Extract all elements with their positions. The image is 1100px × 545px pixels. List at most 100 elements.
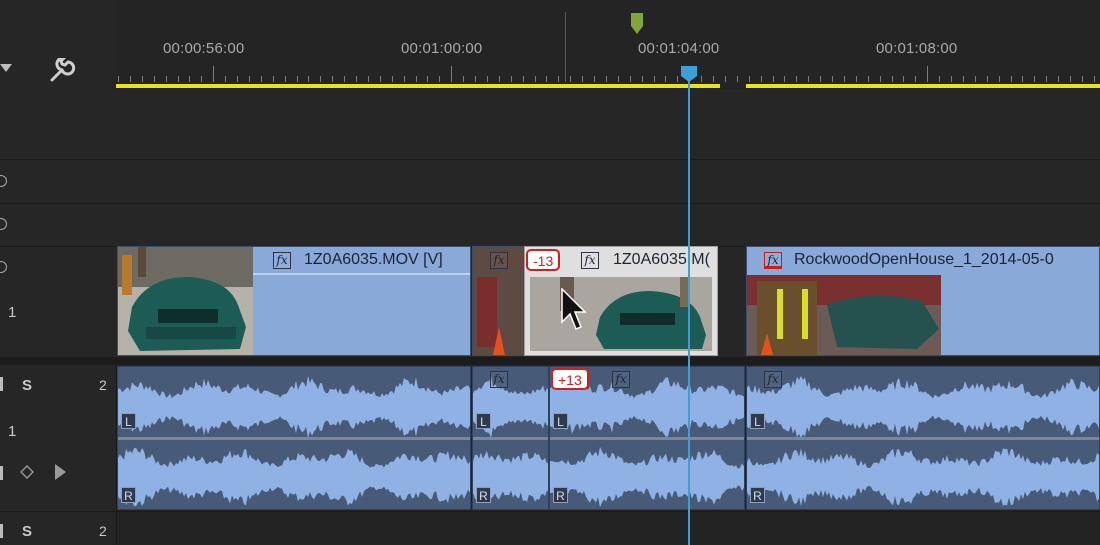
a2-mute-edge[interactable] [0,524,3,538]
video-clip[interactable]: fx RockwoodOpenHouse_1_2014-05-0 [746,246,1100,356]
ruler-tick [558,76,560,82]
ruler-tick [939,76,941,82]
ruler-tick [379,76,381,82]
ruler-tick [141,76,143,82]
ruler-tick [1081,76,1083,82]
ruler-tick [986,76,988,82]
channel-divider [118,437,470,440]
v2-eye-icon[interactable] [0,218,7,230]
video-audio-divider [0,357,1100,365]
clip-name: RockwoodOpenHouse_1_2014-05-0 [794,251,1054,268]
channel-left-label: L [121,413,136,429]
ruler-tick [284,76,286,82]
clip-name: 1Z0A6035.MOV [V] [304,251,443,268]
mouse-cursor-icon [561,288,587,330]
ruler-tick [534,76,536,82]
v3-eye-icon[interactable] [0,175,7,187]
ruler-tick [1010,76,1012,82]
audio-clip[interactable]: LR [117,366,471,510]
ruler-tick [701,76,703,82]
playhead-line[interactable] [688,72,690,545]
ruler-tick [344,76,346,82]
work-area-bar[interactable] [746,84,1100,88]
ruler-tick [165,76,167,82]
ruler-tick [415,76,417,82]
channel-left-label: L [476,413,491,429]
ruler-tick [641,76,643,82]
audio-clip[interactable]: L Rfx [472,366,549,510]
v1-track-label: 1 [8,304,17,321]
ruler-tick [820,76,822,82]
fx-badge: fx [581,252,599,269]
channel-divider [473,437,548,440]
channel-right-label: R [476,487,491,503]
ruler-tick [760,76,762,82]
ruler-tick [594,76,595,82]
add-keyframe-icon[interactable] [20,465,34,479]
ruler-tick [546,76,548,82]
ruler-tick [927,66,929,82]
ruler-tick [665,76,667,82]
ruler-tick [629,76,631,82]
ruler-tick [879,76,881,82]
ruler-tick [153,76,155,82]
ruler-tick [510,76,512,82]
video-clip[interactable]: fx 1Z0A6035.MOV [V] [117,246,471,356]
ruler-tick [736,76,738,82]
ruler-divider [565,12,566,82]
ruler-tick [605,76,607,82]
video-track-v2 [116,204,1100,246]
ruler-tick [486,76,488,82]
channel-divider [747,437,1099,440]
ruler-tick [118,76,119,82]
a1-track-label: 1 [8,423,17,440]
clip-name-underline [253,273,470,275]
ruler-tick [427,76,429,82]
ruler-tick [1046,76,1048,82]
ruler-tick [582,76,584,82]
ruler-tick [451,66,453,82]
ruler-tick [237,76,238,82]
clip-thumbnail [118,247,253,355]
ruler-tick [891,76,893,82]
time-ruler[interactable]: 00:00:56:00 00:01:00:00 00:01:04:00 00:0… [116,0,1100,88]
sync-offset-badge: -13 [526,249,561,271]
track-divider [0,159,1100,160]
marker-icon[interactable] [630,12,644,36]
ruler-tick [225,76,227,82]
track-header-column: 1 S 2 1 S 2 [0,0,117,545]
ruler-tick [498,76,500,82]
clip-thumbnail [747,275,941,355]
video-clip[interactable]: fx [472,246,524,356]
ruler-tick [772,76,774,82]
clip-thumbnail [530,277,712,351]
a1-keyframe-edge[interactable] [0,466,3,480]
work-area-bar[interactable] [116,84,720,88]
marker-dropdown-icon[interactable] [0,60,14,76]
a1-solo-button[interactable]: S [22,377,32,394]
fx-badge: fx [273,252,291,269]
a1-channel-index: 2 [99,377,107,393]
ruler-tick [843,76,845,82]
ruler-tick [808,76,810,82]
track-divider [0,203,1100,204]
v1-eye-icon[interactable] [0,261,7,273]
ruler-tick [272,76,274,82]
ruler-tick [1034,76,1036,82]
ruler-tick [439,76,441,82]
ruler-tick [522,76,524,82]
audio-clip[interactable]: L Rfx +13 [549,366,745,510]
audio-clip[interactable]: L Rfx [746,366,1100,510]
a2-solo-button[interactable]: S [22,523,32,540]
fx-badge-active: fx [764,252,782,269]
empty-track-area [116,89,1100,159]
ruler-tick [248,76,250,82]
ruler-tick [201,76,203,82]
next-keyframe-icon[interactable] [53,463,67,481]
video-track-v3 [116,160,1100,203]
wrench-icon[interactable] [48,58,76,84]
ruler-tick [129,76,131,82]
sync-offset-badge: +13 [551,368,589,390]
ruler-tick [320,76,322,82]
a1-mute-edge[interactable] [0,377,3,391]
